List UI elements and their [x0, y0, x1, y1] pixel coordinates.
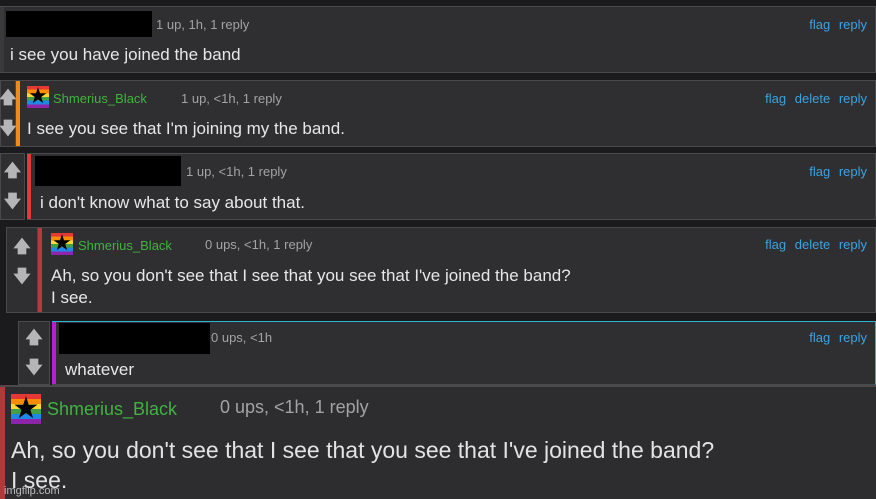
comment-username[interactable]: Shmerius_Black: [78, 238, 172, 253]
down-arrow-icon[interactable]: 🡇: [19, 355, 49, 381]
reply-link[interactable]: reply: [839, 330, 867, 345]
comment-actions: flag reply: [804, 17, 867, 32]
down-arrow-icon[interactable]: 🡇: [0, 116, 17, 142]
up-arrow-icon[interactable]: 🡅: [7, 234, 37, 260]
vote-column: 🡅 🡇: [0, 153, 25, 220]
comment-meta: 0 ups, <1h: [211, 330, 273, 345]
comment-thread-stripe: [0, 387, 5, 499]
comment-body-line: Ah, so you don't see that I see that you…: [51, 266, 571, 285]
star-icon: ★: [52, 233, 72, 255]
redacted-username: [35, 156, 181, 186]
reply-link[interactable]: reply: [839, 91, 867, 106]
flag-link[interactable]: flag: [809, 164, 830, 179]
comment-thread-stripe: [0, 7, 4, 72]
comment-body-line: I see.: [51, 288, 93, 307]
down-arrow-icon[interactable]: 🡇: [1, 189, 24, 215]
reply-link[interactable]: reply: [839, 164, 867, 179]
comment-4: 0 ups, <1h flag reply whatever: [52, 321, 876, 385]
comment-thread-stripe: [52, 322, 56, 384]
flag-link[interactable]: flag: [809, 17, 830, 32]
up-arrow-icon[interactable]: 🡅: [19, 325, 49, 351]
delete-link[interactable]: delete: [795, 91, 830, 106]
comment-0: 1 up, 1h, 1 reply flag reply i see you h…: [0, 6, 876, 73]
vote-column: 🡅 🡇: [18, 321, 50, 385]
comment-thread-stripe: [27, 154, 31, 219]
comment-1: ★ Shmerius_Black 1 up, <1h, 1 reply flag…: [16, 80, 876, 147]
comment-meta: 1 up, <1h, 1 reply: [186, 164, 287, 179]
comment-thread-screenshot: 1 up, 1h, 1 reply flag reply i see you h…: [0, 0, 876, 499]
user-avatar[interactable]: ★: [51, 233, 73, 255]
flag-link[interactable]: flag: [809, 330, 830, 345]
vote-column: 🡅 🡇: [0, 80, 17, 147]
redacted-username: [6, 11, 152, 37]
down-arrow-icon[interactable]: 🡇: [7, 264, 37, 290]
vote-column: 🡅 🡇: [6, 227, 38, 313]
up-arrow-icon[interactable]: 🡅: [0, 85, 17, 111]
comment-3: ★ Shmerius_Black 0 ups, <1h, 1 reply fla…: [38, 227, 876, 313]
star-icon: ★: [12, 394, 40, 424]
comment-thread-stripe: [16, 81, 20, 146]
reply-link[interactable]: reply: [839, 237, 867, 252]
comment-actions: flag delete reply: [760, 237, 867, 252]
comment-actions: flag delete reply: [760, 91, 867, 106]
comment-body-line: Ah, so you don't see that I see that you…: [11, 437, 715, 463]
comment-meta: 1 up, <1h, 1 reply: [181, 91, 282, 106]
comment-body: i see you have joined the band: [10, 45, 241, 64]
comment-meta: 1 up, 1h, 1 reply: [156, 17, 250, 32]
up-arrow-icon[interactable]: 🡅: [1, 158, 24, 184]
user-avatar: ★: [11, 394, 41, 424]
comment-body: i don't know what to say about that.: [40, 193, 306, 212]
comment-actions: flag reply: [804, 330, 867, 345]
delete-link[interactable]: delete: [795, 237, 830, 252]
comment-body: whatever: [65, 360, 134, 379]
flag-link[interactable]: flag: [765, 237, 786, 252]
comment-username[interactable]: Shmerius_Black: [53, 91, 147, 106]
comment-actions: flag reply: [804, 164, 867, 179]
comment-meta: 0 ups, <1h, 1 reply: [220, 397, 369, 417]
comment-body: I see you see that I'm joining my the ba…: [27, 119, 345, 138]
comment-2: 1 up, <1h, 1 reply flag reply i don't kn…: [27, 153, 876, 220]
comment-thread-stripe: [38, 228, 42, 312]
zoomed-comment: ★ Shmerius_Black 0 ups, <1h, 1 reply Ah,…: [0, 385, 876, 499]
reply-link[interactable]: reply: [839, 17, 867, 32]
redacted-username: [59, 323, 210, 354]
watermark: imgflip.com: [4, 485, 60, 497]
comment-meta: 0 ups, <1h, 1 reply: [205, 237, 313, 252]
comment-username: Shmerius_Black: [47, 399, 178, 419]
flag-link[interactable]: flag: [765, 91, 786, 106]
user-avatar[interactable]: ★: [27, 86, 49, 108]
star-icon: ★: [28, 86, 48, 108]
